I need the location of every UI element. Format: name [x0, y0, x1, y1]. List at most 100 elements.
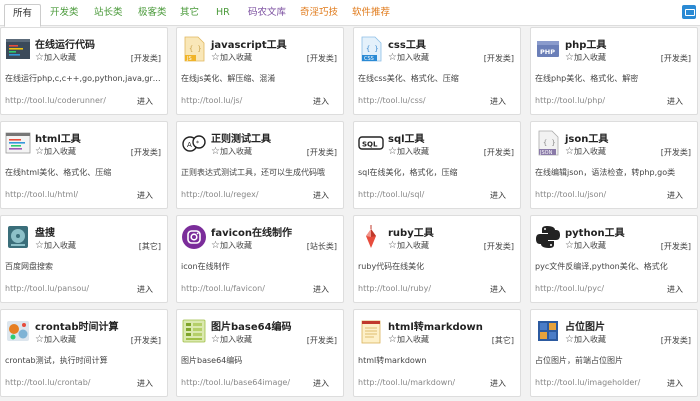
enter-link[interactable]: 进入: [490, 96, 506, 107]
tool-card[interactable]: python工具 ☆加入收藏 [开发类] pyc文件反编译,python美化、格…: [530, 215, 698, 303]
tool-url: http://tool.lu/base64image/: [181, 378, 291, 387]
tab-hr[interactable]: HR: [208, 4, 238, 24]
tab-webmaster[interactable]: 站长类: [86, 4, 131, 24]
php-icon: PHP: [535, 36, 561, 62]
tool-card[interactable]: { } JSON json工具 ☆加入收藏 [开发类] 在线编辑json，语法检查…: [530, 121, 698, 209]
tool-title[interactable]: javascript工具: [211, 36, 287, 51]
tool-description: 在线编辑json，语法检查，转php,go类: [535, 168, 676, 177]
svg-text:JS: JS: [186, 56, 192, 62]
tab-all[interactable]: 所有: [4, 4, 42, 27]
tool-card[interactable]: A * 正则测试工具 ☆加入收藏 [开发类] 正则表达式测试工具，还可以生成代码哦…: [176, 121, 344, 209]
json-file-icon: { } JSON: [535, 130, 561, 156]
enter-link[interactable]: 进入: [490, 190, 506, 201]
tool-card[interactable]: html工具 ☆加入收藏 [开发类] 在线html美化、格式化、压缩 http:…: [0, 121, 168, 209]
tool-url: http://tool.lu/css/: [358, 96, 426, 105]
star-icon: ☆: [35, 240, 44, 251]
favorite-link[interactable]: ☆加入收藏: [565, 240, 606, 251]
tool-title[interactable]: 正则测试工具: [211, 130, 271, 145]
favorite-link[interactable]: ☆加入收藏: [35, 240, 76, 251]
tool-title[interactable]: html转markdown: [388, 318, 483, 333]
tool-card[interactable]: SQL sql工具 ☆加入收藏 [开发类] sql在线美化，格式化，压缩 htt…: [353, 121, 521, 209]
tool-title[interactable]: crontab时间计算: [35, 318, 119, 333]
svg-text:{ }: { }: [543, 139, 556, 147]
tab-geek[interactable]: 极客类: [130, 4, 175, 24]
tab-dev[interactable]: 开发类: [42, 4, 87, 24]
category-tabbar: 所有 开发类 站长类 极客类 其它 HR 码农文库 奇淫巧技 软件推荐: [0, 0, 700, 27]
favorite-link[interactable]: ☆加入收藏: [388, 52, 429, 63]
favorite-link[interactable]: ☆加入收藏: [388, 334, 429, 345]
tool-card[interactable]: 在线运行代码 ☆加入收藏 [开发类] 在线运行php,c,c++,go,pyth…: [0, 27, 168, 115]
tool-url: http://tool.lu/ruby/: [358, 284, 432, 293]
enter-link[interactable]: 进入: [137, 284, 153, 295]
tool-title[interactable]: 占位图片: [565, 318, 605, 333]
tool-description: pyc文件反编译,python美化、格式化: [535, 262, 668, 271]
favorite-link[interactable]: ☆加入收藏: [565, 52, 606, 63]
enter-link[interactable]: 进入: [313, 284, 329, 295]
tool-title[interactable]: json工具: [565, 130, 608, 145]
enter-link[interactable]: 进入: [313, 378, 329, 389]
tool-card[interactable]: crontab时间计算 ☆加入收藏 [开发类] crontab测试，执行时间计算…: [0, 309, 168, 397]
enter-link[interactable]: 进入: [137, 190, 153, 201]
tool-title[interactable]: sql工具: [388, 130, 425, 145]
svg-text:CSS: CSS: [364, 56, 374, 62]
tool-title[interactable]: css工具: [388, 36, 426, 51]
enter-link[interactable]: 进入: [667, 378, 683, 389]
enter-link[interactable]: 进入: [490, 378, 506, 389]
star-icon: ☆: [388, 146, 397, 157]
tab-other[interactable]: 其它: [172, 4, 207, 24]
tab-tricks[interactable]: 奇淫巧技: [292, 4, 346, 24]
tab-software[interactable]: 软件推荐: [344, 4, 398, 24]
tool-title[interactable]: ruby工具: [388, 224, 434, 239]
favorite-link[interactable]: ☆加入收藏: [565, 146, 606, 157]
star-icon: ☆: [388, 334, 397, 345]
tool-title[interactable]: 盘搜: [35, 224, 55, 239]
tool-url: http://tool.lu/php/: [535, 96, 606, 105]
favicon-icon: [181, 224, 207, 250]
favorite-link[interactable]: ☆加入收藏: [211, 240, 252, 251]
enter-link[interactable]: 进入: [667, 96, 683, 107]
tool-card[interactable]: ruby工具 ☆加入收藏 [开发类] ruby代码在线美化 http://too…: [353, 215, 521, 303]
favorite-link[interactable]: ☆加入收藏: [35, 334, 76, 345]
favorite-link[interactable]: ☆加入收藏: [211, 146, 252, 157]
tool-card[interactable]: { } CSS css工具 ☆加入收藏 [开发类] 在线css美化、格式化、压缩 …: [353, 27, 521, 115]
css-file-icon: { } CSS: [358, 36, 384, 62]
tool-card[interactable]: PHP php工具 ☆加入收藏 [开发类] 在线php美化、格式化、解密 htt…: [530, 27, 698, 115]
enter-link[interactable]: 进入: [313, 96, 329, 107]
ruby-icon: [358, 224, 384, 250]
star-icon: ☆: [211, 52, 220, 63]
tool-card[interactable]: favicon在线制作 ☆加入收藏 [站长类] icon在线制作 http://…: [176, 215, 344, 303]
tool-title[interactable]: favicon在线制作: [211, 224, 292, 239]
favorite-link[interactable]: ☆加入收藏: [388, 146, 429, 157]
tool-card[interactable]: html转markdown ☆加入收藏 [其它] html转markdown h…: [353, 309, 521, 397]
tool-card[interactable]: 盘搜 ☆加入收藏 [其它] 百度网盘搜索 http://tool.lu/pans…: [0, 215, 168, 303]
tool-title[interactable]: html工具: [35, 130, 81, 145]
favorite-link[interactable]: ☆加入收藏: [211, 334, 252, 345]
star-icon: ☆: [565, 240, 574, 251]
tool-title[interactable]: php工具: [565, 36, 606, 51]
favorite-link[interactable]: ☆加入收藏: [35, 52, 76, 63]
favorite-link[interactable]: ☆加入收藏: [388, 240, 429, 251]
favorite-link[interactable]: ☆加入收藏: [35, 146, 76, 157]
tool-card[interactable]: { } JS javascript工具 ☆加入收藏 [开发类] 在线js美化、解压…: [176, 27, 344, 115]
favorite-link[interactable]: ☆加入收藏: [565, 334, 606, 345]
category-label: [开发类]: [130, 336, 161, 345]
tool-title[interactable]: 图片base64编码: [211, 318, 292, 333]
favorite-link[interactable]: ☆加入收藏: [211, 52, 252, 63]
tab-library[interactable]: 码农文库: [240, 4, 294, 24]
tool-title[interactable]: python工具: [565, 224, 625, 239]
enter-link[interactable]: 进入: [313, 190, 329, 201]
enter-link[interactable]: 进入: [490, 284, 506, 295]
category-label: [站长类]: [306, 242, 337, 251]
svg-text:{ }: { }: [189, 45, 202, 53]
tool-card[interactable]: 占位图片 ☆加入收藏 [开发类] 占位图片，前端占位图片 http://tool…: [530, 309, 698, 397]
tool-title[interactable]: 在线运行代码: [35, 36, 95, 51]
placeholder-image-icon: [535, 318, 561, 344]
tool-url: http://tool.lu/pansou/: [5, 284, 90, 293]
message-icon[interactable]: [682, 5, 696, 19]
tool-card[interactable]: 图片base64编码 ☆加入收藏 [开发类] 图片base64编码 http:/…: [176, 309, 344, 397]
enter-link[interactable]: 进入: [667, 284, 683, 295]
tool-description: html转markdown: [358, 356, 427, 365]
enter-link[interactable]: 进入: [137, 96, 153, 107]
enter-link[interactable]: 进入: [667, 190, 683, 201]
enter-link[interactable]: 进入: [137, 378, 153, 389]
